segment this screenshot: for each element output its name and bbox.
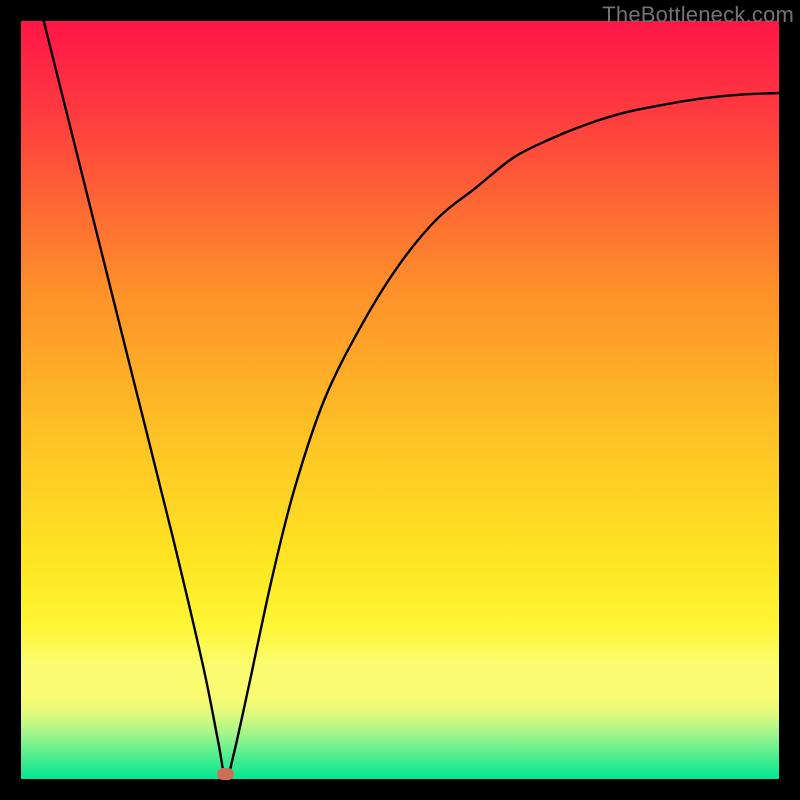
watermark-text: TheBottleneck.com (602, 2, 794, 28)
bottleneck-curve (21, 21, 779, 779)
chart-area (21, 21, 779, 779)
optimal-marker (217, 768, 234, 780)
